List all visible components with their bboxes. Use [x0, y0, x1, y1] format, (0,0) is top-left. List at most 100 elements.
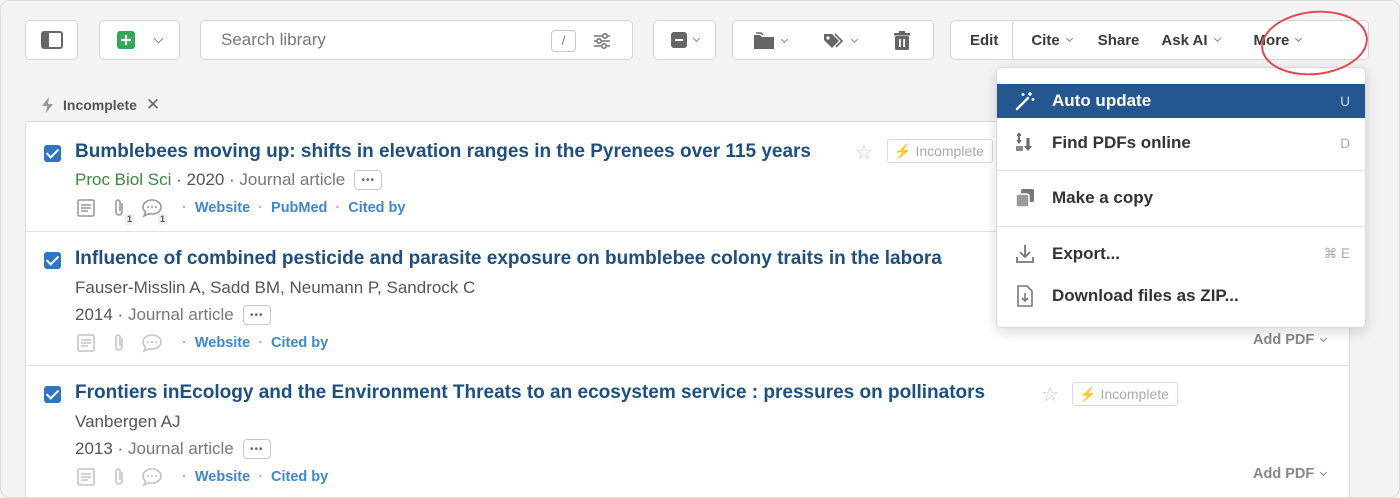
- star-icon[interactable]: ☆: [855, 140, 873, 165]
- item-title[interactable]: Influence of combined pesticide and para…: [75, 248, 942, 270]
- notes-icon[interactable]: [75, 332, 97, 354]
- edit-label: Edit: [970, 31, 999, 49]
- active-filter-chip: Incomplete ✕: [41, 95, 160, 115]
- add-pdf-button[interactable]: Add PDF: [1253, 466, 1328, 482]
- search-input[interactable]: Search library /: [200, 20, 633, 60]
- attachment-icon[interactable]: 1: [108, 197, 134, 225]
- item-actions: · Website · Cited by: [75, 332, 328, 354]
- menu-item-download-zip[interactable]: Download files as ZIP...: [997, 279, 1365, 313]
- edit-button[interactable]: Edit: [951, 21, 1012, 59]
- item-actions: 1 1 · Website · PubMed · Cited by: [75, 197, 405, 225]
- add-pdf-label: Add PDF: [1253, 466, 1315, 482]
- status-badge: ⚡ Incomplete: [887, 139, 993, 163]
- search-filter-icon[interactable]: [592, 31, 612, 51]
- menu-item-auto-update[interactable]: Auto update U: [997, 84, 1365, 118]
- item-actions-group: [732, 20, 934, 60]
- menu-item-make-copy[interactable]: Make a copy: [997, 181, 1365, 215]
- comment-icon[interactable]: 1: [141, 197, 167, 225]
- find-pdf-icon: [1014, 132, 1036, 154]
- remove-filter-icon[interactable]: ✕: [146, 95, 160, 115]
- website-link[interactable]: Website: [195, 200, 250, 216]
- attachment-icon[interactable]: [108, 332, 130, 354]
- chevron-down-icon: [692, 34, 700, 43]
- chevron-down-icon: [780, 35, 789, 44]
- item-actions: · Website · Cited by: [75, 466, 328, 488]
- sidebar-toggle-button[interactable]: [25, 20, 78, 60]
- item-meta: Proc Biol Sci · 2020 · Journal article •…: [75, 170, 383, 190]
- list-item[interactable]: Frontiers inEcology and the Environment …: [26, 366, 1349, 497]
- menu-label: Download files as ZIP...: [1052, 286, 1239, 305]
- menu-label: Export...: [1052, 244, 1121, 263]
- lightning-icon: ⚡: [1079, 385, 1097, 402]
- item-checkbox[interactable]: [44, 145, 61, 162]
- share-label: Share: [1097, 31, 1140, 49]
- star-icon[interactable]: ☆: [1041, 382, 1059, 407]
- comment-icon[interactable]: [141, 466, 163, 488]
- filter-label: Incomplete: [63, 97, 137, 113]
- add-pdf-button[interactable]: Add PDF: [1253, 332, 1328, 348]
- item-authors: Fauser-Misslin A, Sadd BM, Neumann P, Sa…: [75, 278, 475, 298]
- move-to-folder-button[interactable]: [753, 32, 789, 50]
- chevron-down-icon: [1065, 34, 1073, 43]
- chevron-down-icon: [1320, 334, 1328, 343]
- item-meta: 2013 · Journal article •••: [75, 439, 271, 459]
- app-window: Search library / Edit Cite Share Ask AI …: [0, 0, 1400, 498]
- select-all-button[interactable]: [653, 20, 716, 60]
- zip-file-icon: [1014, 285, 1036, 307]
- item-authors: Vanbergen AJ: [75, 412, 181, 432]
- menu-label: Find PDFs online: [1052, 133, 1191, 152]
- shortcut-hint: ⌘ E: [1323, 246, 1350, 261]
- item-checkbox[interactable]: [44, 252, 61, 269]
- magic-wand-icon: [1014, 90, 1036, 112]
- item-year: 2013: [75, 439, 113, 458]
- item-title[interactable]: Frontiers inEcology and the Environment …: [75, 382, 985, 404]
- add-icon: [117, 31, 135, 49]
- tag-icon: [824, 33, 844, 48]
- trash-icon[interactable]: [893, 31, 911, 51]
- more-options-button[interactable]: •••: [242, 305, 271, 325]
- cite-label: Cite: [1031, 31, 1060, 49]
- item-title[interactable]: Bumblebees moving up: shifts in elevatio…: [75, 141, 811, 163]
- item-type: Journal article: [127, 439, 234, 458]
- lightning-icon: ⚡: [894, 142, 912, 159]
- cite-button[interactable]: Cite: [1013, 21, 1089, 59]
- share-button[interactable]: Share: [1090, 21, 1158, 59]
- website-link[interactable]: Website: [195, 335, 250, 351]
- menu-item-find-pdfs[interactable]: Find PDFs online D: [997, 126, 1365, 160]
- authors-text: Fauser-Misslin A, Sadd BM, Neumann P, Sa…: [75, 278, 476, 297]
- search-placeholder: Search library: [221, 30, 326, 49]
- more-options-button[interactable]: •••: [242, 439, 271, 459]
- status-badge: ⚡ Incomplete: [1072, 382, 1178, 406]
- item-type: Journal article: [127, 305, 234, 324]
- cited-by-link[interactable]: Cited by: [271, 469, 328, 485]
- attachment-icon[interactable]: [108, 466, 130, 488]
- badge-label: Incomplete: [1100, 386, 1169, 402]
- checkbox-minus-icon: [670, 32, 687, 48]
- item-type: Journal article: [239, 170, 346, 189]
- menu-item-export[interactable]: Export... ⌘ E: [997, 237, 1365, 271]
- more-options-button[interactable]: •••: [354, 170, 383, 190]
- item-checkbox[interactable]: [44, 386, 61, 403]
- notes-icon[interactable]: [75, 466, 97, 488]
- ask-ai-button[interactable]: Ask AI: [1157, 21, 1229, 59]
- website-link[interactable]: Website: [195, 469, 250, 485]
- shortcut-hint: U: [1340, 93, 1350, 109]
- chevron-down-icon: [850, 35, 859, 44]
- chevron-down-icon: [153, 33, 164, 43]
- comment-count: 1: [157, 214, 167, 225]
- export-icon: [1014, 243, 1036, 265]
- sidebar-toggle-icon: [40, 31, 63, 49]
- menu-label: Make a copy: [1052, 188, 1154, 207]
- shortcut-hint: D: [1340, 135, 1350, 151]
- cited-by-link[interactable]: Cited by: [271, 335, 328, 351]
- add-item-button[interactable]: [99, 20, 180, 60]
- attachment-count: 1: [124, 214, 134, 225]
- tag-button[interactable]: [823, 32, 859, 50]
- notes-icon[interactable]: [75, 197, 97, 219]
- item-year: 2014: [75, 305, 113, 324]
- menu-divider: [997, 170, 1365, 171]
- pubmed-link[interactable]: PubMed: [271, 200, 327, 216]
- comment-icon[interactable]: [141, 332, 163, 354]
- badge-label: Incomplete: [915, 143, 984, 159]
- cited-by-link[interactable]: Cited by: [348, 200, 405, 216]
